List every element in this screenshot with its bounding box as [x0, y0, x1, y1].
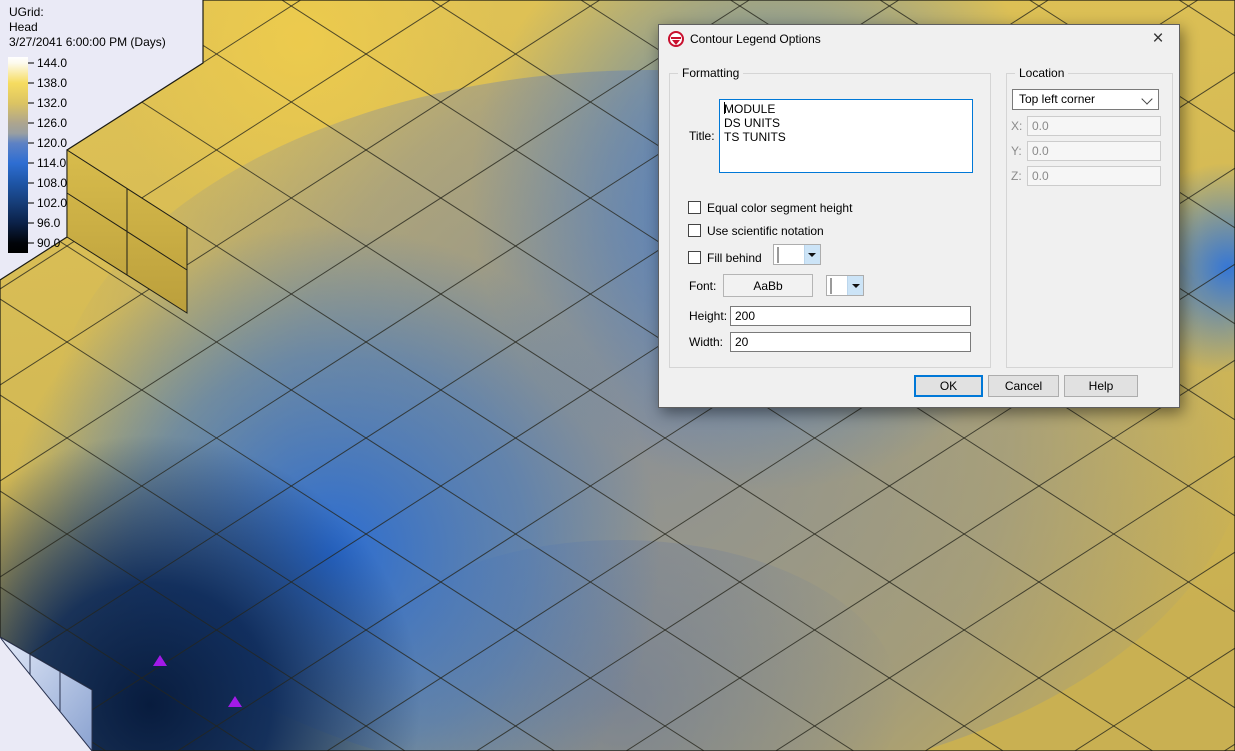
- legend-tick-label: 138.0: [37, 76, 67, 90]
- location-dropdown-value: Top left corner: [1019, 92, 1095, 106]
- z-input: [1027, 166, 1161, 186]
- legend-tick-label: 114.0: [37, 156, 66, 170]
- legend-tick-label: 96.0: [37, 216, 61, 230]
- x-label: X:: [1011, 119, 1022, 133]
- legend-tick-label: 144.0: [37, 56, 67, 70]
- width-label: Width:: [689, 335, 723, 349]
- checkbox-use-scientific-notation[interactable]: [688, 224, 701, 237]
- text-cursor: [724, 102, 725, 114]
- legend-tick-label: 108.0: [37, 176, 67, 190]
- legend-tick-label: 126.0: [37, 116, 67, 130]
- legend-tick-label: 102.0: [37, 196, 67, 210]
- font-color-dropdown-arrow-icon[interactable]: [847, 276, 863, 295]
- z-label: Z:: [1011, 169, 1022, 183]
- legend-tick-label: 120.0: [37, 136, 67, 150]
- legend-title-line: 3/27/2041 6:00:00 PM (Days): [9, 35, 166, 49]
- legend-title-textarea[interactable]: MODULE DS UNITS TS TUNITS: [719, 99, 973, 173]
- chevron-down-icon: [1141, 93, 1152, 104]
- legend-tick-label: 90.0: [37, 236, 61, 250]
- help-button[interactable]: Help: [1064, 375, 1138, 397]
- font-color-swatch[interactable]: [827, 276, 847, 295]
- contour-legend-options-dialog: Contour Legend Options × Formatting Titl…: [658, 24, 1180, 408]
- location-dropdown[interactable]: Top left corner: [1012, 89, 1159, 110]
- checkbox-label-fill-behind: Fill behind: [707, 251, 762, 265]
- location-group-label: Location: [1015, 66, 1068, 80]
- fill-color-swatch[interactable]: [774, 245, 804, 264]
- height-label: Height:: [689, 309, 727, 323]
- checkbox-fill-behind[interactable]: [688, 251, 701, 264]
- cancel-button[interactable]: Cancel: [988, 375, 1059, 397]
- viewport-3d[interactable]: UGrid: Head 3/27/2041 6:00:00 PM (Days) …: [0, 0, 1235, 751]
- height-input[interactable]: [730, 306, 971, 326]
- checkbox-equal-color-segment-height[interactable]: [688, 201, 701, 214]
- x-input: [1027, 116, 1161, 136]
- formatting-group-label: Formatting: [678, 66, 743, 80]
- fill-behind-color-button[interactable]: [773, 244, 821, 265]
- y-input: [1027, 141, 1161, 161]
- dialog-titlebar[interactable]: Contour Legend Options ×: [659, 25, 1179, 53]
- legend-title-line: UGrid:: [9, 5, 44, 19]
- font-button[interactable]: AaBb: [723, 274, 813, 297]
- dialog-title: Contour Legend Options: [690, 32, 821, 46]
- close-icon[interactable]: ×: [1143, 27, 1173, 51]
- legend-colorbar: [8, 57, 28, 253]
- fill-color-dropdown-arrow-icon[interactable]: [804, 245, 820, 264]
- checkbox-label-equal-color-segment-height: Equal color segment height: [707, 201, 852, 215]
- checkbox-label-use-scientific-notation: Use scientific notation: [707, 224, 824, 238]
- width-input[interactable]: [730, 332, 971, 352]
- ok-button[interactable]: OK: [914, 375, 983, 397]
- gms-logo-icon: [668, 31, 684, 47]
- legend-tick-label: 132.0: [37, 96, 67, 110]
- legend-title-line: Head: [9, 20, 38, 34]
- font-color-button[interactable]: [826, 275, 864, 296]
- font-label: Font:: [689, 279, 716, 293]
- title-label: Title:: [689, 129, 715, 143]
- y-label: Y:: [1011, 144, 1022, 158]
